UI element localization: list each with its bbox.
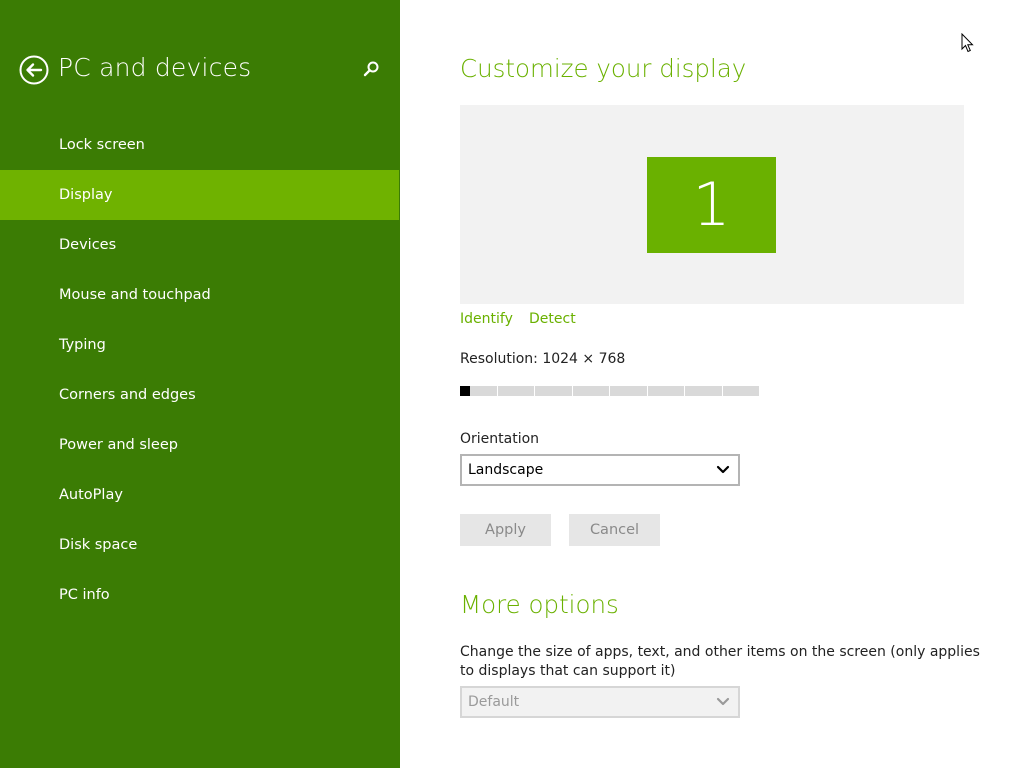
chevron-down-icon	[716, 697, 730, 706]
nav-header: PC and devices	[0, 50, 400, 92]
back-button[interactable]	[19, 55, 49, 85]
slider-segment	[610, 386, 648, 396]
display-arrangement-preview: 1	[460, 105, 964, 304]
page-title: Customize your display	[460, 54, 747, 83]
identify-link[interactable]: Identify	[460, 311, 513, 327]
nav-item-lock-screen[interactable]: Lock screen	[0, 120, 399, 170]
nav-item-autoplay[interactable]: AutoPlay	[0, 470, 399, 520]
cancel-button[interactable]: Cancel	[569, 514, 660, 546]
detect-link[interactable]: Detect	[529, 311, 576, 327]
orientation-value: Landscape	[468, 462, 544, 478]
nav-item-disk-space[interactable]: Disk space	[0, 520, 399, 570]
slider-segment	[497, 386, 535, 396]
slider-segment	[685, 386, 723, 396]
slider-segment	[722, 386, 760, 396]
apply-button[interactable]: Apply	[460, 514, 551, 546]
search-icon	[363, 61, 379, 77]
search-button[interactable]	[361, 59, 381, 79]
nav-title: PC and devices	[58, 53, 252, 82]
slider-segment	[535, 386, 573, 396]
slider-segment	[647, 386, 685, 396]
slider-track	[460, 386, 760, 396]
orientation-label: Orientation	[460, 431, 540, 447]
orientation-dropdown[interactable]: Landscape	[460, 454, 740, 486]
nav-item-devices[interactable]: Devices	[0, 220, 399, 270]
resolution-label: Resolution: 1024 × 768	[460, 351, 626, 367]
scaling-description: Change the size of apps, text, and other…	[460, 644, 980, 679]
slider-segment	[572, 386, 610, 396]
nav-item-display[interactable]: Display	[0, 170, 399, 220]
slider-thumb[interactable]	[460, 386, 470, 396]
back-arrow-circle-icon	[19, 55, 49, 85]
nav-item-mouse-and-touchpad[interactable]: Mouse and touchpad	[0, 270, 399, 320]
scaling-dropdown[interactable]: Default	[460, 686, 740, 718]
nav-item-corners-and-edges[interactable]: Corners and edges	[0, 370, 399, 420]
resolution-slider[interactable]	[460, 386, 760, 396]
chevron-down-icon	[716, 465, 730, 474]
nav-list: Lock screen Display Devices Mouse and to…	[0, 120, 400, 620]
settings-nav-pane: PC and devices Lock screen Display Devic…	[0, 0, 400, 768]
more-options-heading: More options	[460, 590, 619, 619]
mouse-pointer-icon	[961, 33, 974, 53]
nav-item-power-and-sleep[interactable]: Power and sleep	[0, 420, 399, 470]
nav-item-typing[interactable]: Typing	[0, 320, 399, 370]
nav-item-pc-info[interactable]: PC info	[0, 570, 399, 620]
monitor-tile[interactable]: 1	[647, 157, 776, 253]
display-settings-page: Customize your display 1 Identify Detect…	[400, 0, 1024, 768]
scaling-value: Default	[468, 694, 520, 710]
